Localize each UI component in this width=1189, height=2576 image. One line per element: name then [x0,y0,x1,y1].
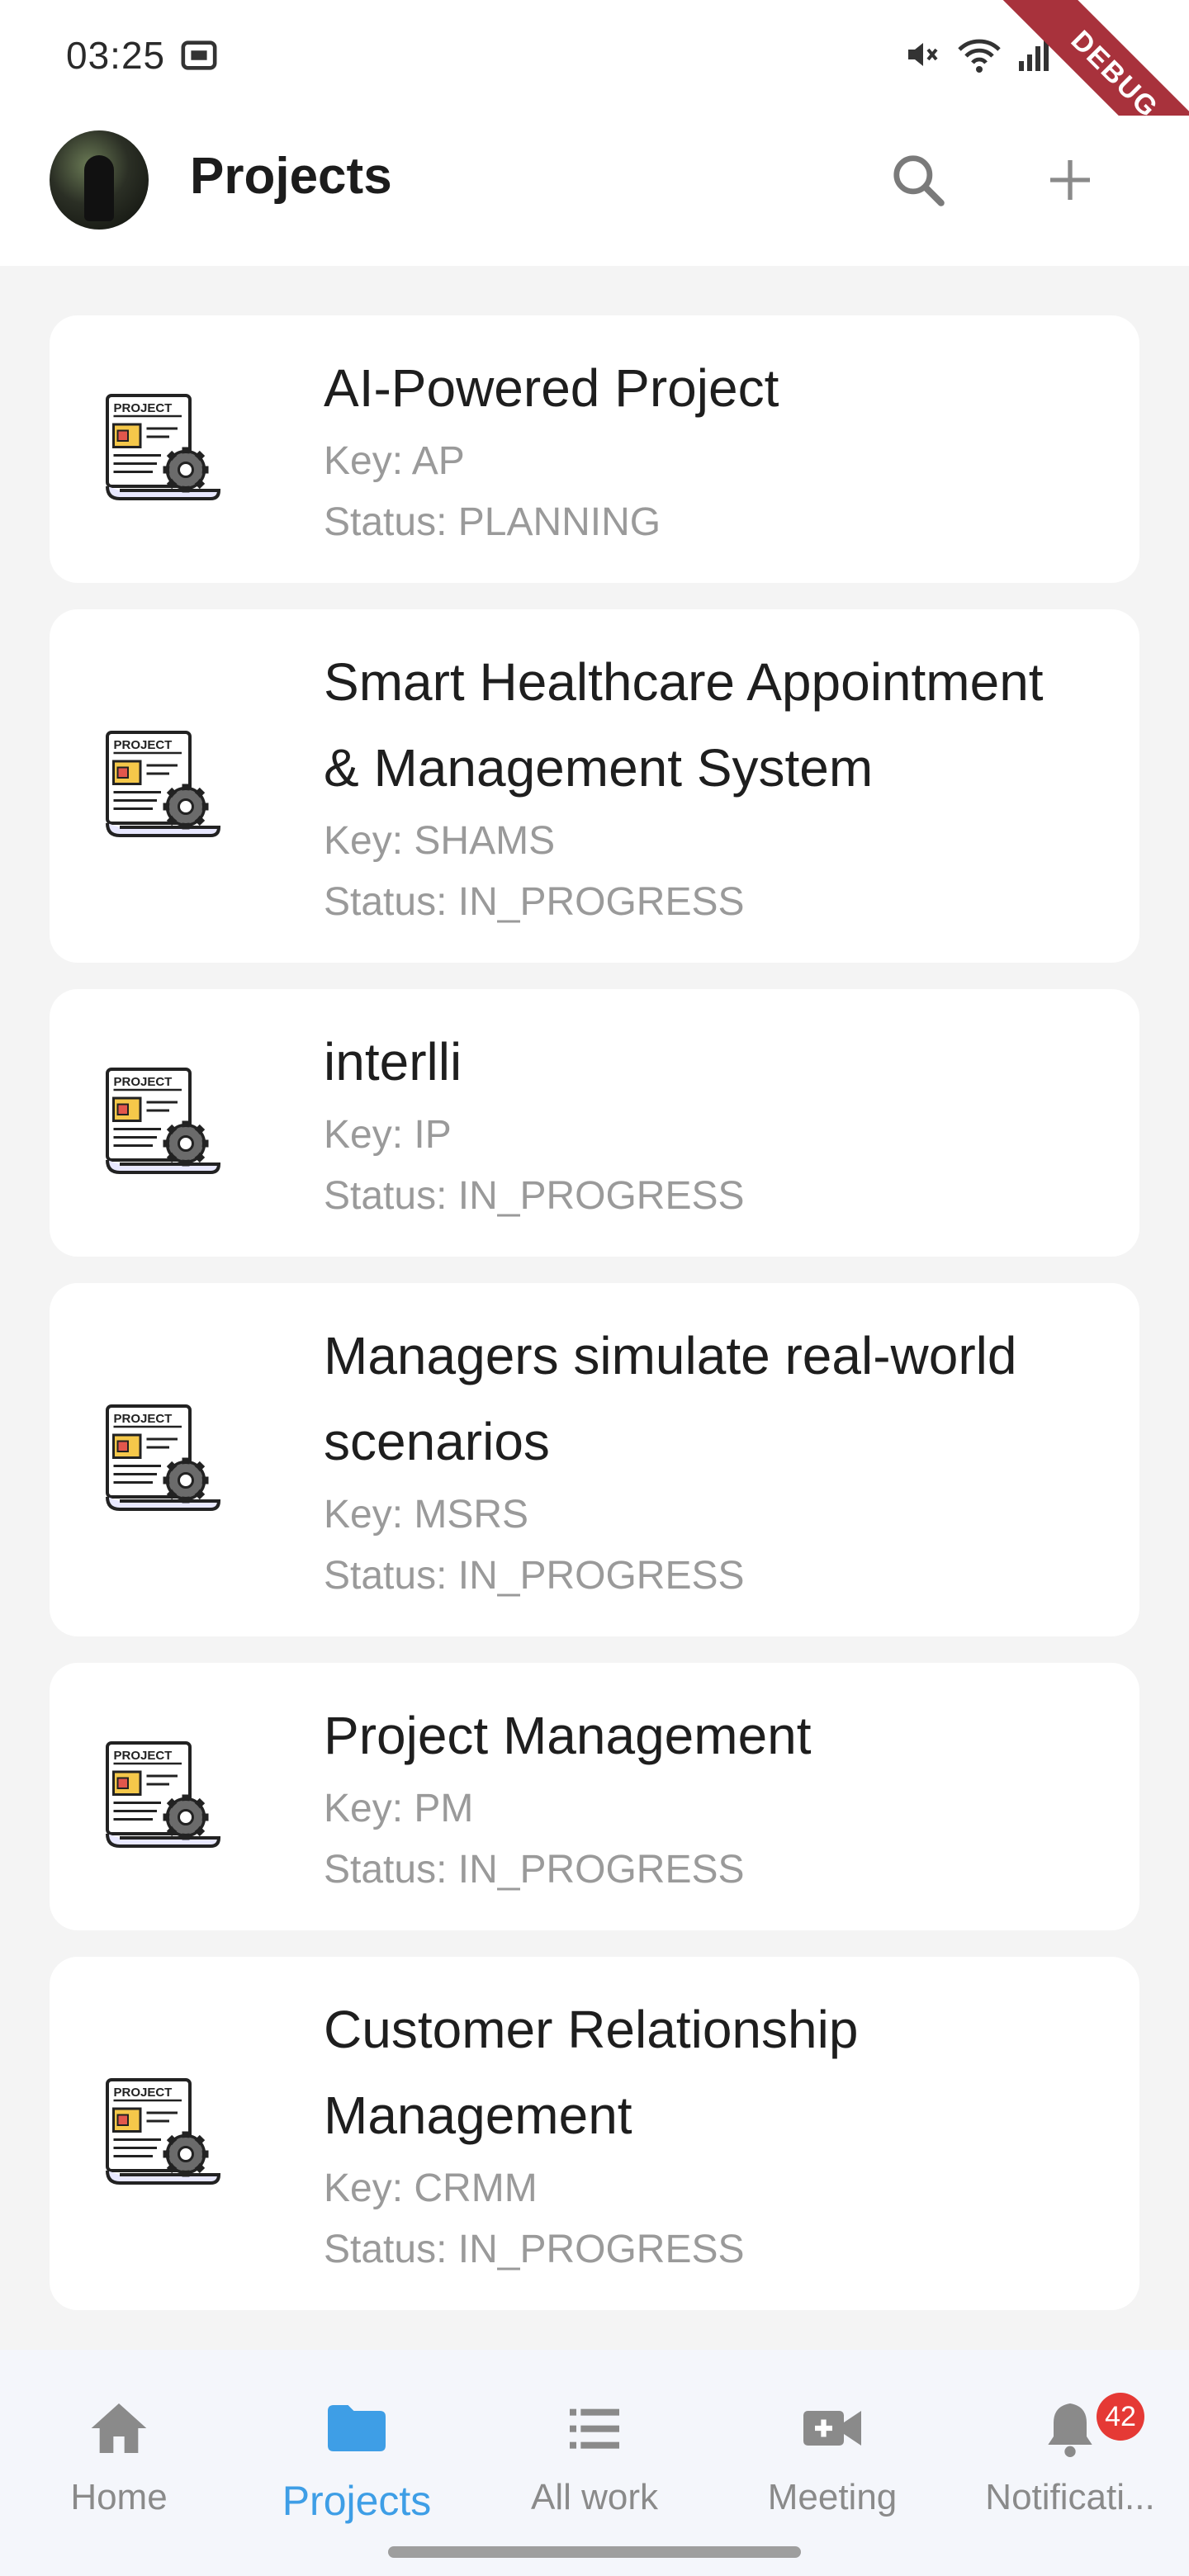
project-info: AI-Powered Project Key: AP Status: PLANN… [324,315,1067,583]
video-icon [803,2411,861,2446]
project-document-icon: PROJECT [106,394,221,500]
project-icon-label: PROJECT [114,2086,173,2100]
nav-meeting[interactable]: Meeting [717,2383,948,2518]
search-button[interactable] [885,147,951,213]
project-status: Status: PLANNING [324,500,661,544]
project-status: Status: IN_PROGRESS [324,1554,745,1598]
project-icon-label: PROJECT [114,738,173,752]
nav-notifications[interactable]: 42 Notificati... [955,2383,1186,2518]
project-card[interactable]: PROJECT AI-Powered Project Key: AP Statu… [50,315,1139,583]
project-title: Customer Relationship Management [324,2000,859,2145]
project-key: Key: CRMM [324,2166,538,2210]
project-status: Status: IN_PROGRESS [324,1174,745,1218]
project-title: AI-Powered Project [324,358,779,418]
nav-all-work-icon-wrap [479,2383,710,2474]
nav-home-icon-wrap [3,2383,234,2474]
project-status: Status: IN_PROGRESS [324,2228,745,2271]
project-card[interactable]: PROJECT Customer Relationship Management… [50,1957,1139,2310]
nav-projects[interactable]: Projects [241,2383,472,2525]
project-title: Managers simulate real-world scenarios [324,1326,1017,1471]
project-key: Key: SHAMS [324,819,556,863]
avatar-figure [84,155,114,221]
project-info: Smart Healthcare Appointment & Managemen… [324,609,1067,963]
bottom-navigation: Home Projects All work Meeting 42 Notifi… [0,2350,1189,2576]
project-card[interactable]: PROJECT Project Management Key: PM Statu… [50,1663,1139,1930]
project-icon-label: PROJECT [114,1749,173,1763]
nav-notifications-icon-wrap: 42 [955,2383,1186,2474]
project-status: Status: IN_PROGRESS [324,1848,745,1892]
add-icon [1050,160,1090,200]
project-document-icon: PROJECT [106,1741,221,1848]
status-bar: 03:25 DEBUG [0,0,1189,192]
project-document-icon: PROJECT [106,1068,221,1174]
list-icon [570,2408,619,2449]
project-info: Customer Relationship Management Key: CR… [324,1957,1067,2310]
bell-icon [1048,2403,1092,2457]
project-document-icon: PROJECT [106,1404,221,1511]
project-key: Key: AP [324,439,465,483]
project-document-icon: PROJECT [106,731,221,837]
nav-label: Projects [282,2478,432,2524]
home-indicator[interactable] [388,2546,801,2558]
nav-projects-icon-wrap [241,2383,472,2474]
nav-home[interactable]: Home [3,2383,234,2518]
project-card[interactable]: PROJECT Managers simulate real-world sce… [50,1283,1139,1636]
project-info: Project Management Key: PM Status: IN_PR… [324,1663,1067,1930]
project-icon-label: PROJECT [114,1075,173,1089]
nav-label: Meeting [767,2477,898,2517]
project-icon-label: PROJECT [114,1412,173,1426]
project-key: Key: PM [324,1787,474,1830]
project-card[interactable]: PROJECT interlli Key: IP Status: IN_PROG… [50,989,1139,1257]
project-card[interactable]: PROJECT Smart Healthcare Appointment & M… [50,609,1139,963]
project-title: Smart Healthcare Appointment & Managemen… [324,652,1044,798]
nav-all-work[interactable]: All work [479,2383,710,2518]
nav-label: Home [70,2477,168,2517]
search-icon [893,155,945,206]
project-title: interlli [324,1032,462,1091]
add-project-button[interactable] [1037,147,1103,213]
project-info: interlli Key: IP Status: IN_PROGRESS [324,989,1067,1257]
home-icon [91,2403,147,2453]
project-title: Project Management [324,1706,812,1765]
notification-badge: 42 [1097,2393,1144,2441]
nav-meeting-icon-wrap [717,2383,948,2474]
project-info: Managers simulate real-world scenarios K… [324,1283,1067,1636]
nav-label: All work [530,2477,659,2517]
nav-label: Notificati... [985,2477,1155,2517]
status-time: 03:25 [66,34,166,77]
folder-icon [328,2405,386,2451]
avatar[interactable] [50,130,149,230]
project-key: Key: IP [324,1113,452,1157]
project-icon-label: PROJECT [114,401,173,415]
project-status: Status: IN_PROGRESS [324,880,745,924]
wifi-icon [958,39,1001,73]
project-document-icon: PROJECT [106,2078,221,2185]
mute-icon [908,43,938,66]
app-header: Projects [0,116,1189,266]
project-key: Key: MSRS [324,1493,529,1537]
page-title: Projects [190,148,392,205]
screenshot-icon [181,40,217,70]
project-list: PROJECT AI-Powered Project Key: AP Statu… [50,315,1139,2337]
